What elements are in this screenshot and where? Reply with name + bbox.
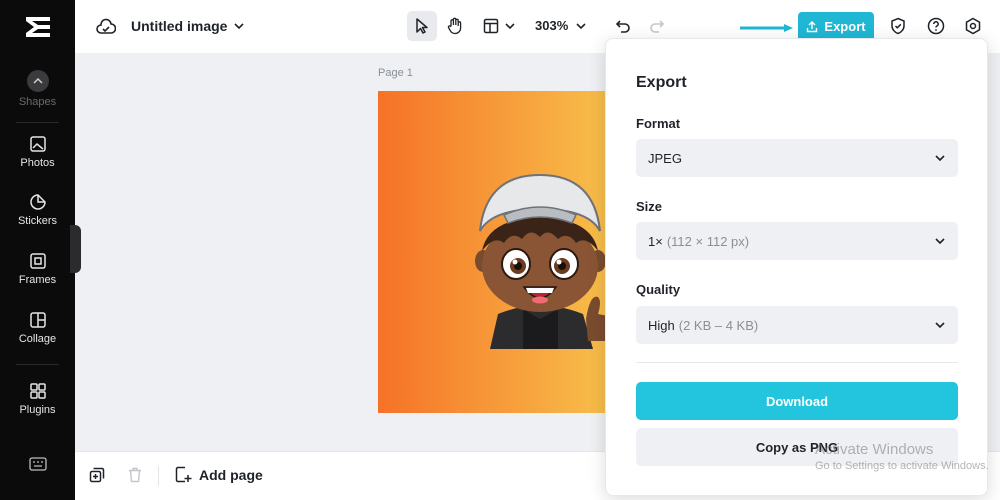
size-detail: (112 × 112 px) [666,233,750,249]
toolbar-divider [158,466,159,486]
sidebar-collapse-handle[interactable] [70,225,81,273]
zoom-level: 303% [535,18,569,33]
chevron-down-icon [935,155,945,162]
export-button[interactable]: Export [798,12,874,41]
capcut-logo-icon[interactable] [24,14,52,40]
sidebar-item-stickers[interactable]: Stickers [0,193,75,227]
help-icon[interactable] [927,17,945,35]
sidebar-item-label: Photos [20,157,55,169]
upload-icon [807,20,818,32]
quality-detail: (2 KB – 4 KB) [678,317,759,333]
keyboard-icon[interactable] [29,457,47,471]
shapes-icon [26,70,49,92]
canvas-page[interactable] [378,91,618,413]
settings-icon[interactable] [964,17,982,35]
export-button-label: Export [824,19,866,34]
add-page-icon [175,466,192,483]
export-panel: Export Format JPEG Size 1× (112 × 112 px… [605,38,988,496]
chevron-down-icon [935,322,945,329]
size-label: Size [636,199,663,214]
sidebar-item-collage[interactable]: Collage [0,311,75,345]
layout-icon [483,18,499,34]
redo-icon[interactable] [649,18,665,34]
activate-windows-watermark: Activate Windows [815,441,934,458]
activate-windows-subtext: Go to Settings to activate Windows. [815,460,989,472]
select-tool-button[interactable] [407,11,437,41]
layout-menu-button[interactable] [483,18,515,34]
format-label: Format [636,116,681,131]
zoom-dropdown[interactable]: 303% [535,18,586,33]
sidebar-item-label: Plugins [19,404,56,416]
format-select[interactable]: JPEG [636,139,958,177]
add-page-button[interactable]: Add page [175,466,263,483]
left-sidebar: Shapes Photos Stickers Frames Collage Pl… [0,0,75,500]
duplicate-page-icon[interactable] [89,467,105,483]
sidebar-divider [16,122,59,123]
chevron-down-icon[interactable] [234,22,244,30]
hand-icon [447,17,462,35]
plugins-icon [29,383,46,399]
shield-icon[interactable] [890,17,906,35]
stickers-icon [29,194,46,210]
avatar-sticker[interactable] [468,169,613,349]
sidebar-item-plugins[interactable]: Plugins [0,382,75,416]
chevron-down-icon [935,238,945,245]
quality-label: Quality [636,282,681,297]
page-label: Page 1 [378,67,413,79]
chevron-down-icon [505,23,515,30]
cloud-sync-icon[interactable] [96,18,116,36]
download-button[interactable]: Download [636,382,958,420]
sidebar-item-label: Frames [18,274,57,286]
panel-title: Export [636,74,687,91]
add-page-label: Add page [199,466,263,483]
trash-icon[interactable] [128,467,142,483]
document-title[interactable]: Untitled image [131,18,227,34]
sidebar-item-label: Shapes [18,96,57,108]
photos-icon [29,136,46,152]
quality-value: High [648,317,675,333]
cursor-icon [416,18,428,34]
sidebar-divider [16,364,59,365]
sidebar-item-label: Collage [18,333,57,345]
panel-divider [636,362,958,363]
collage-icon [29,312,46,328]
size-value: 1× [648,233,663,249]
format-value: JPEG [648,150,682,166]
chevron-down-icon [576,22,586,29]
undo-icon[interactable] [615,18,631,34]
quality-select[interactable]: High (2 KB – 4 KB) [636,306,958,344]
sidebar-item-photos[interactable]: Photos [0,135,75,169]
sidebar-item-frames[interactable]: Frames [0,252,75,286]
app-window: Shapes Photos Stickers Frames Collage Pl… [0,0,1000,500]
frames-icon [29,253,46,269]
size-select[interactable]: 1× (112 × 112 px) [636,222,958,260]
hand-tool-button[interactable] [440,11,470,41]
arrow-pointer-icon [740,24,793,32]
sidebar-item-shapes[interactable]: Shapes [0,70,75,108]
sidebar-item-label: Stickers [17,215,58,227]
